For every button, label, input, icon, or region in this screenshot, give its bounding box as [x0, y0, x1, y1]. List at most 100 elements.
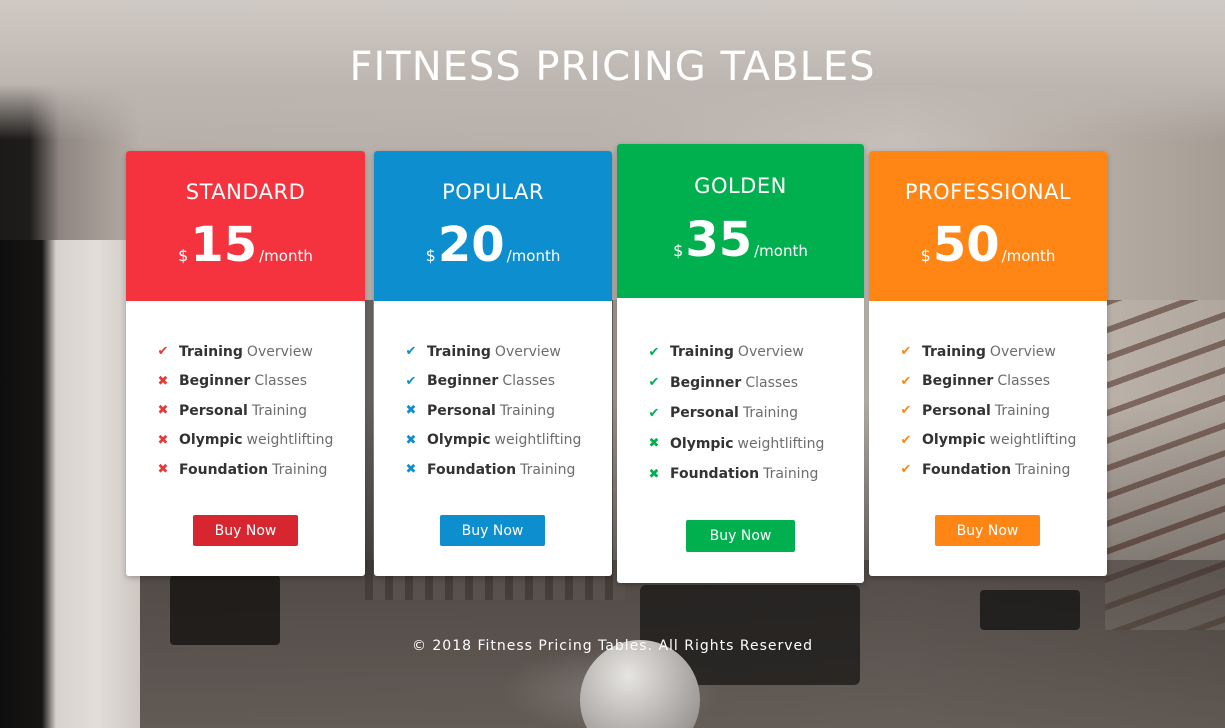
feature-item: ✔ Beginner Classes — [899, 367, 1076, 397]
feature-light: Training — [1015, 461, 1071, 478]
feature-item: ✖ Olympic weightlifting — [404, 426, 582, 456]
check-icon: ✔ — [648, 344, 660, 360]
feature-strong: Foundation — [922, 461, 1012, 478]
feature-item: ✔ Training Overview — [156, 337, 333, 367]
check-icon: ✔ — [405, 373, 417, 389]
page-title: FITNESS PRICING TABLES — [349, 44, 876, 90]
price-period: /month — [506, 247, 561, 265]
feature-strong: Olympic — [670, 435, 734, 452]
cross-icon: ✖ — [648, 466, 660, 482]
feature-light: Training — [994, 402, 1051, 419]
check-icon: ✔ — [157, 344, 169, 360]
plan-name: PROFESSIONAL — [904, 180, 1072, 204]
buy-now-button[interactable]: Buy Now — [193, 515, 298, 546]
pricing-card-popular: POPULAR $ 20 /month ✔ Training Overview … — [374, 151, 612, 576]
feature-item: ✔ Training Overview — [404, 337, 581, 367]
price-currency: $ — [673, 241, 684, 260]
cross-icon: ✖ — [405, 462, 417, 478]
check-icon: ✔ — [900, 373, 912, 389]
feature-strong: Training — [670, 344, 734, 361]
background-equipment — [170, 575, 280, 645]
feature-strong: Personal — [670, 405, 739, 422]
cross-icon: ✖ — [157, 373, 169, 389]
feature-strong: Beginner — [427, 373, 499, 390]
plan-name: POPULAR — [442, 180, 544, 204]
price-amount: 35 — [685, 212, 753, 268]
feature-list: ✔ Training Overview ✔ Beginner Classes ✔… — [647, 337, 825, 490]
feature-item: ✖ Foundation Training — [156, 455, 333, 485]
price-currency: $ — [425, 246, 436, 265]
feature-list: ✔ Training Overview ✔ Beginner Classes ✔… — [899, 337, 1077, 485]
price-period: /month — [754, 242, 808, 260]
feature-light: weightlifting — [494, 432, 582, 449]
feature-strong: Foundation — [427, 461, 517, 478]
feature-strong: Training — [427, 343, 491, 360]
card-header: POPULAR $ 20 /month — [374, 151, 612, 301]
feature-strong: Olympic — [179, 432, 243, 449]
feature-light: Classes — [745, 374, 799, 391]
check-icon: ✔ — [648, 375, 660, 391]
plan-name: GOLDEN — [694, 174, 787, 198]
feature-light: Training — [272, 461, 328, 478]
price-amount: 20 — [437, 217, 505, 273]
feature-strong: Olympic — [922, 432, 986, 449]
price-amount: 15 — [190, 217, 258, 273]
feature-strong: Personal — [179, 402, 248, 419]
feature-item: ✔ Personal Training — [647, 398, 824, 429]
background-wall — [0, 240, 140, 728]
feature-strong: Foundation — [670, 466, 760, 483]
card-header: PROFESSIONAL $ 50 /month — [869, 151, 1107, 301]
price: $ 35 /month — [617, 216, 864, 264]
feature-item: ✔ Foundation Training — [899, 455, 1076, 485]
feature-item: ✖ Beginner Classes — [156, 367, 333, 397]
cross-icon: ✖ — [648, 436, 660, 452]
cross-icon: ✖ — [157, 462, 169, 478]
check-icon: ✔ — [405, 344, 417, 360]
cross-icon: ✖ — [157, 432, 169, 448]
pricing-card-standard: STANDARD $ 15 /month ✔ Training Overview… — [126, 151, 365, 576]
price: $ 15 /month — [126, 221, 365, 269]
feature-list: ✔ Training Overview ✖ Beginner Classes ✖… — [156, 337, 334, 485]
feature-list: ✔ Training Overview ✔ Beginner Classes ✖… — [404, 337, 582, 485]
check-icon: ✔ — [900, 462, 912, 478]
price: $ 20 /month — [374, 221, 612, 269]
feature-strong: Personal — [922, 402, 991, 419]
feature-strong: Personal — [427, 402, 496, 419]
cross-icon: ✖ — [405, 432, 417, 448]
buy-now-button[interactable]: Buy Now — [440, 515, 545, 546]
background-equipment — [640, 585, 860, 685]
feature-item: ✔ Training Overview — [647, 337, 824, 368]
check-icon: ✔ — [900, 403, 912, 419]
feature-item: ✔ Beginner Classes — [647, 368, 824, 399]
pricing-card-golden: GOLDEN $ 35 /month ✔ Training Overview ✔… — [617, 144, 864, 583]
feature-light: weightlifting — [246, 432, 334, 449]
cross-icon: ✖ — [405, 403, 417, 419]
background-stairs — [1105, 300, 1225, 630]
card-header: STANDARD $ 15 /month — [126, 151, 365, 301]
feature-light: Overview — [246, 343, 313, 360]
feature-light: Classes — [997, 373, 1051, 390]
feature-item: ✖ Personal Training — [404, 396, 581, 426]
pricing-card-professional: PROFESSIONAL $ 50 /month ✔ Training Over… — [869, 151, 1107, 576]
buy-now-button[interactable]: Buy Now — [935, 515, 1040, 546]
card-header: GOLDEN $ 35 /month — [617, 144, 864, 298]
price-amount: 50 — [932, 217, 1000, 273]
feature-item: ✔ Training Overview — [899, 337, 1076, 367]
feature-item: ✔ Personal Training — [899, 396, 1076, 426]
feature-strong: Training — [179, 343, 243, 360]
feature-item: ✔ Beginner Classes — [404, 367, 581, 397]
feature-strong: Beginner — [670, 374, 742, 391]
feature-light: Overview — [737, 344, 804, 361]
feature-light: Training — [499, 402, 556, 419]
feature-item: ✖ Olympic weightlifting — [156, 426, 334, 456]
feature-light: Classes — [502, 373, 556, 390]
feature-item: ✖ Olympic weightlifting — [647, 429, 825, 460]
price-currency: $ — [920, 246, 931, 265]
feature-light: weightlifting — [989, 432, 1077, 449]
feature-light: Classes — [254, 373, 308, 390]
feature-strong: Training — [922, 343, 986, 360]
check-icon: ✔ — [900, 344, 912, 360]
buy-now-button[interactable]: Buy Now — [686, 520, 795, 552]
plan-name: STANDARD — [185, 180, 306, 204]
feature-light: Overview — [989, 343, 1056, 360]
